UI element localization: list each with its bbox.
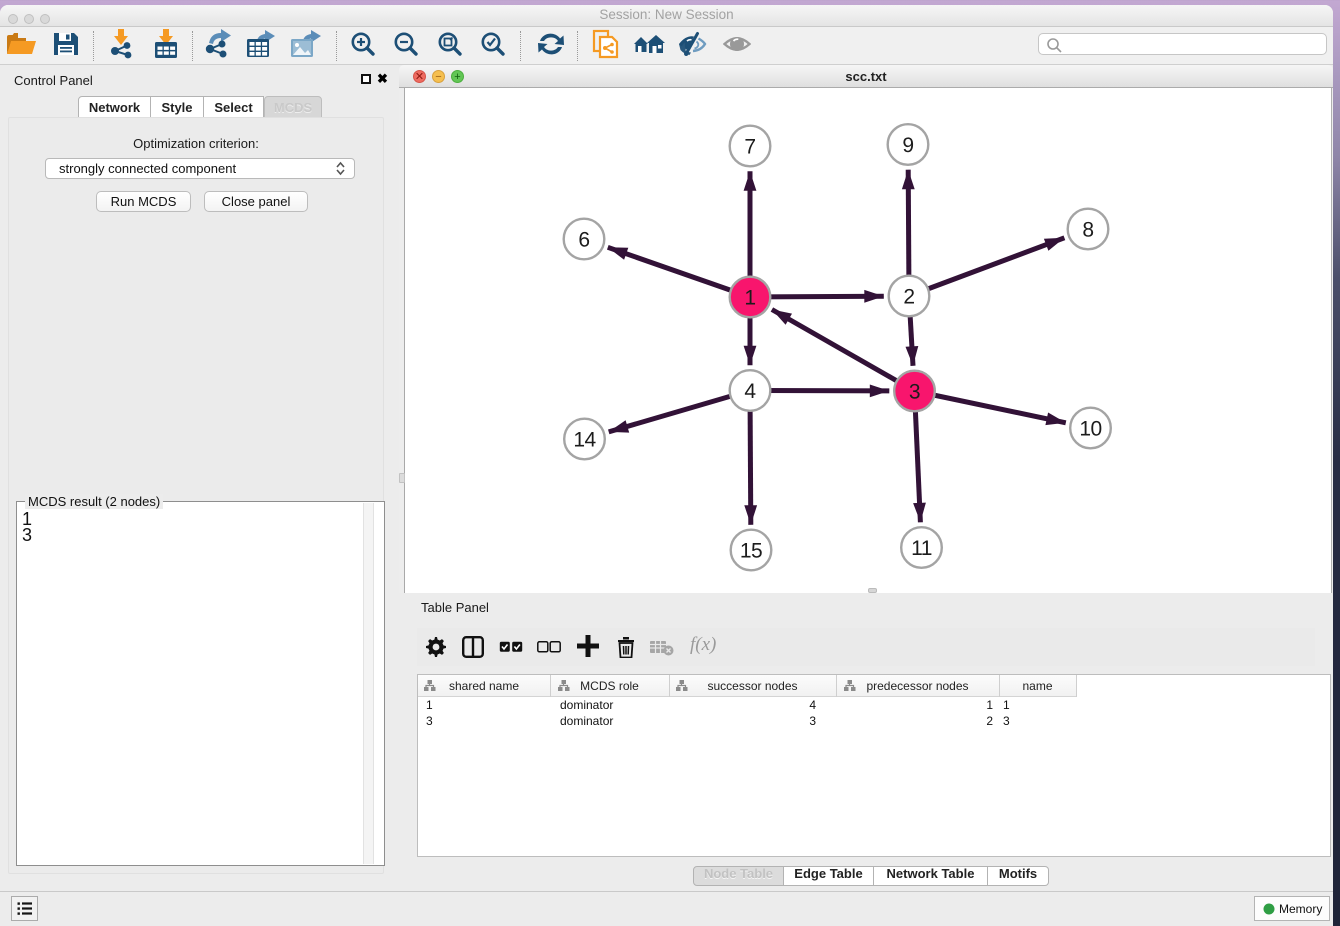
- svg-text:10: 10: [1079, 418, 1101, 441]
- svg-text:7: 7: [744, 136, 755, 159]
- svg-text:9: 9: [902, 134, 913, 157]
- svg-text:4: 4: [744, 380, 756, 403]
- svg-text:3: 3: [909, 381, 920, 404]
- svg-text:15: 15: [740, 540, 762, 563]
- svg-text:2: 2: [903, 286, 914, 309]
- svg-text:1: 1: [744, 287, 755, 310]
- svg-text:8: 8: [1082, 219, 1093, 242]
- svg-text:6: 6: [578, 229, 589, 252]
- svg-text:11: 11: [911, 537, 932, 560]
- svg-text:14: 14: [573, 429, 596, 452]
